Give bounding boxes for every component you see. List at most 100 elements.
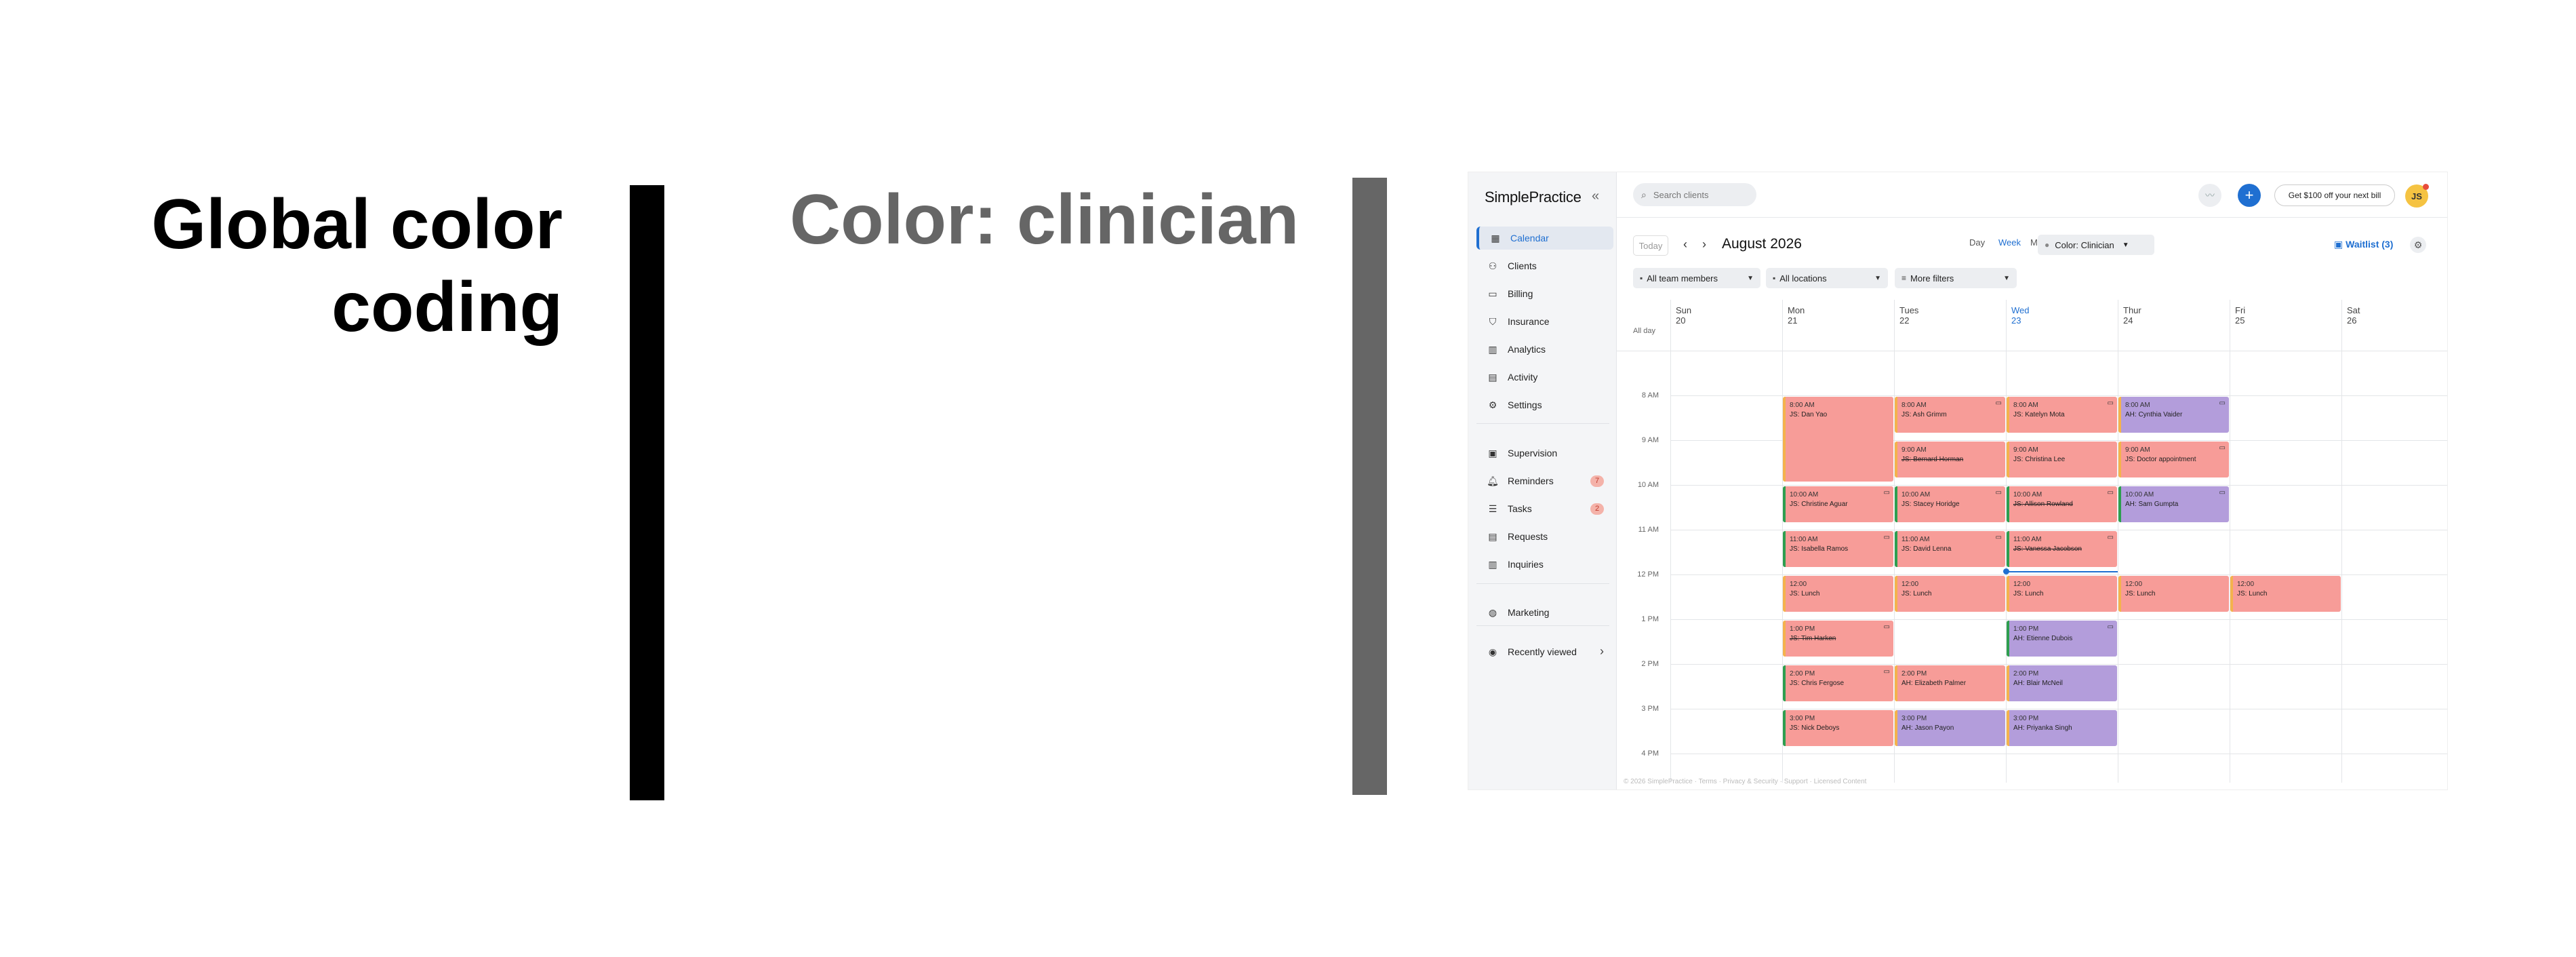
prev-week-icon[interactable]: ‹ xyxy=(1683,237,1687,252)
appointment-event[interactable]: 12:00 JS: Lunch xyxy=(2230,576,2341,612)
sidebar-item-label: Analytics xyxy=(1508,344,1546,355)
appointment-event[interactable]: 2:00 PM AH: Elizabeth Palmer xyxy=(1895,665,2005,701)
sidebar-divider xyxy=(1476,583,1609,584)
view-day-button[interactable]: Day xyxy=(1969,237,1985,248)
appointment-event[interactable]: 8:00 AM JS: Katelyn Mota ▭ xyxy=(2007,397,2117,433)
appointment-event[interactable]: 9:00 AM JS: Bernard Horman xyxy=(1895,442,2005,477)
sidebar-item-tasks[interactable]: ☰ Tasks 2 xyxy=(1476,497,1611,520)
current-time-dot xyxy=(2003,568,2009,574)
sidebar-item-label: Marketing xyxy=(1508,607,1550,618)
appointment-event[interactable]: 12:00 JS: Lunch xyxy=(2118,576,2229,612)
today-button[interactable]: Today xyxy=(1633,235,1668,256)
appointment-event[interactable]: 3:00 PM AH: Jason Payon xyxy=(1895,710,2005,746)
waitlist-link[interactable]: ▣ Waitlist (3) xyxy=(2334,239,2393,250)
search-bar[interactable]: ⌕ xyxy=(1633,183,1756,206)
appointment-event[interactable]: 3:00 PM AH: Priyanka Singh xyxy=(2007,710,2117,746)
view-week-button[interactable]: Week xyxy=(1998,237,2021,248)
appointment-event[interactable]: 11:00 AM JS: David Lenna ▭ xyxy=(1895,531,2005,567)
sidebar-item-label: Clients xyxy=(1508,260,1537,271)
hour-line xyxy=(1670,619,2447,620)
event-time: 12:00 xyxy=(1901,581,1919,588)
appointment-event[interactable]: 9:00 AM JS: Doctor appointment ▭ xyxy=(2118,442,2229,477)
sidebar-item-supervision[interactable]: ▣ Supervision xyxy=(1476,442,1611,465)
search-icon: ⌕ xyxy=(1641,189,1647,200)
day-header: Fri 25 xyxy=(2235,305,2246,326)
next-week-icon[interactable]: › xyxy=(1702,237,1706,252)
video-icon: ▭ xyxy=(2107,534,2114,541)
video-icon: ▭ xyxy=(1995,399,2002,407)
calendar-icon: ▦ xyxy=(1491,232,1500,243)
appointment-event[interactable]: 1:00 PM AH: Etienne Dubois ▭ xyxy=(2007,621,2117,657)
month-title: August 2026 xyxy=(1722,236,1802,252)
sidebar-item-marketing[interactable]: ◍ Marketing xyxy=(1476,601,1611,624)
appointment-event[interactable]: 11:00 AM JS: Isabella Ramos ▭ xyxy=(1783,531,1893,567)
sidebar-item-billing[interactable]: ▭ Billing xyxy=(1476,282,1611,305)
appointment-event[interactable]: 2:00 PM AH: Blair McNeil xyxy=(2007,665,2117,701)
avatar[interactable]: JS xyxy=(2405,184,2429,208)
appointment-event[interactable]: 1:00 PM JS: Tim Harken ▭ xyxy=(1783,621,1893,657)
trend-icon[interactable]: 〰 xyxy=(2198,184,2221,207)
event-client-name: JS: Christine Aguar xyxy=(1790,501,1848,508)
filter-more[interactable]: ≡ More filters ▼ xyxy=(1895,268,2017,288)
appointment-event[interactable]: 3:00 PM JS: Nick Deboys xyxy=(1783,710,1893,746)
appointment-event[interactable]: 8:00 AM AH: Cynthia Vaider ▭ xyxy=(2118,397,2229,433)
calendar-settings-gear-icon[interactable]: ⚙ xyxy=(2410,237,2426,253)
sidebar-item-label: Calendar xyxy=(1510,233,1549,243)
supervision-icon: ▣ xyxy=(1488,447,1497,458)
event-time: 8:00 AM xyxy=(2125,402,2150,409)
appointment-event[interactable]: 12:00 JS: Lunch xyxy=(1783,576,1893,612)
sidebar-item-label: Recently viewed xyxy=(1508,646,1577,657)
sidebar-item-requests[interactable]: ▤ Requests xyxy=(1476,525,1611,548)
filter-team-members[interactable]: ▪ All team members ▼ xyxy=(1633,268,1760,288)
color-dropdown[interactable]: ● Color: Clinician ▼ xyxy=(2038,235,2154,255)
event-time: 10:00 AM xyxy=(2125,491,2154,499)
slide-title-mid: Color: clinician xyxy=(790,180,1300,259)
appointment-event[interactable]: 9:00 AM JS: Christina Lee xyxy=(2007,442,2117,477)
appointment-event[interactable]: 8:00 AM JS: Dan Yao xyxy=(1783,397,1893,482)
sidebar-item-clients[interactable]: ⚇ Clients xyxy=(1476,254,1611,277)
event-client-name: JS: Doctor appointment xyxy=(2125,456,2196,463)
appointment-event[interactable]: 12:00 JS: Lunch xyxy=(2007,576,2117,612)
video-icon: ▭ xyxy=(2107,399,2114,407)
appointment-event[interactable]: 10:00 AM AH: Sam Gumpta ▭ xyxy=(2118,486,2229,522)
sidebar-item-recently-viewed[interactable]: ◉ Recently viewed › xyxy=(1476,640,1611,663)
appointment-event[interactable]: 11:00 AM JS: Vanessa Jacobson ▭ xyxy=(2007,531,2117,567)
appointment-event[interactable]: 2:00 PM JS: Chris Fergose ▭ xyxy=(1783,665,1893,701)
waitlist-label: Waitlist (3) xyxy=(2346,239,2394,250)
appointment-event[interactable]: 8:00 AM JS: Ash Grimm ▭ xyxy=(1895,397,2005,433)
promo-button[interactable]: Get $100 off your next bill xyxy=(2274,184,2395,206)
waitlist-icon: ▣ xyxy=(2334,239,2346,250)
event-client-name: JS: Isabella Ramos xyxy=(1790,545,1849,553)
current-time-line xyxy=(2006,570,2118,572)
hour-line xyxy=(1670,395,2447,396)
collapse-sidebar-icon[interactable]: « xyxy=(1592,189,1599,204)
event-client-name: JS: Chris Fergose xyxy=(1790,680,1845,687)
event-client-name: JS: Lunch xyxy=(1790,590,1820,598)
sidebar-item-settings[interactable]: ⚙ Settings xyxy=(1476,393,1611,416)
chevron-down-icon: ▼ xyxy=(1747,274,1754,282)
add-button[interactable]: + xyxy=(2238,184,2261,207)
event-client-name: JS: Nick Deboys xyxy=(1790,724,1840,732)
search-input[interactable] xyxy=(1651,189,1743,201)
sidebar-divider xyxy=(1476,625,1609,626)
sidebar-item-reminders[interactable]: 🔔︎ Reminders 7 xyxy=(1476,469,1611,492)
event-client-name: JS: Stacey Horidge xyxy=(1901,501,1960,508)
appointment-event[interactable]: 10:00 AM JS: Stacey Horidge ▭ xyxy=(1895,486,2005,522)
sidebar-item-calendar[interactable]: ▦ Calendar xyxy=(1476,227,1613,250)
appointment-event[interactable]: 12:00 JS: Lunch xyxy=(1895,576,2005,612)
video-icon: ▭ xyxy=(2107,489,2114,496)
billing-icon: ▭ xyxy=(1488,288,1497,299)
filter-icon: ≡ xyxy=(1901,273,1907,283)
event-time: 9:00 AM xyxy=(2125,446,2150,454)
sidebar-item-insurance[interactable]: ⛉ Insurance xyxy=(1476,310,1611,333)
appointment-event[interactable]: 10:00 AM JS: Allison Rowland ▭ xyxy=(2007,486,2117,522)
event-time: 3:00 PM xyxy=(1901,715,1927,722)
sidebar-item-activity[interactable]: ▤ Activity xyxy=(1476,366,1611,389)
sidebar-item-analytics[interactable]: ▥ Analytics xyxy=(1476,338,1611,361)
sidebar-item-inquiries[interactable]: ▥ Inquiries xyxy=(1476,553,1611,576)
globe-icon: ◍ xyxy=(1488,606,1497,618)
divider-bar-black xyxy=(630,185,664,800)
time-label: 4 PM xyxy=(1641,749,1659,758)
appointment-event[interactable]: 10:00 AM JS: Christine Aguar ▭ xyxy=(1783,486,1893,522)
filter-locations[interactable]: ▪ All locations ▼ xyxy=(1766,268,1888,288)
